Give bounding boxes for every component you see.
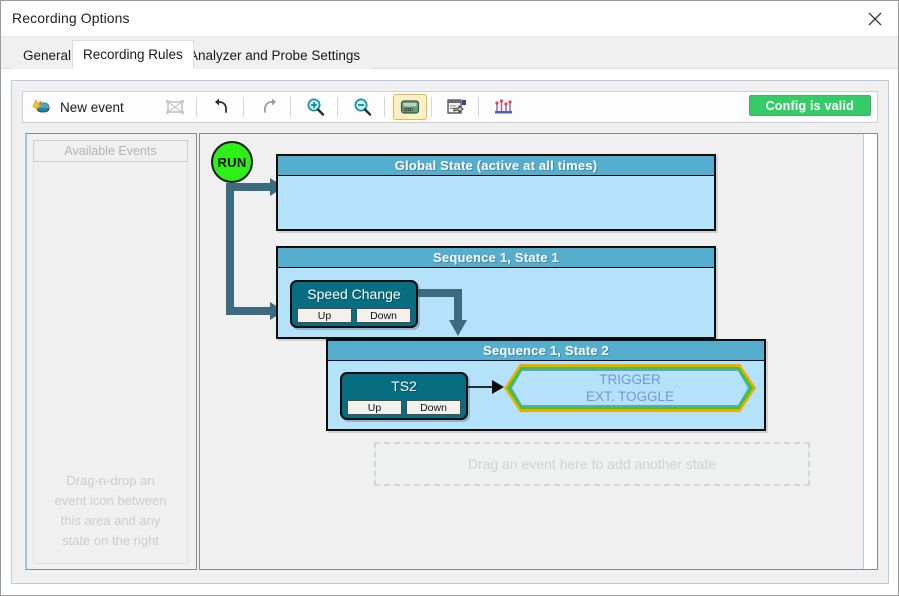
properties-icon xyxy=(447,99,466,114)
speed-change-arrowhead xyxy=(449,320,467,336)
window-title: Recording Options xyxy=(12,10,130,26)
toolbar-separator xyxy=(289,97,291,117)
ts2-up-button[interactable]: Up xyxy=(347,400,402,415)
recording-options-window: Recording Options General Recording Rule… xyxy=(0,0,899,596)
rules-canvas[interactable]: RUN Global State (active at all times) S… xyxy=(199,133,878,570)
zoom-out-button[interactable] xyxy=(346,94,380,120)
sequence-1-state-2-block[interactable]: Sequence 1, State 2 TS2 Up Down TRIGGER … xyxy=(326,339,766,431)
new-event-button[interactable]: New event xyxy=(27,94,130,120)
tab-strip: General Recording Rules Analyzer and Pro… xyxy=(1,37,898,69)
window-titlebar: Recording Options xyxy=(1,1,898,37)
trigger-line-1: TRIGGER xyxy=(599,372,661,387)
zoom-in-icon xyxy=(307,98,324,116)
speed-change-label: Speed Change xyxy=(307,286,401,302)
zoom-out-icon xyxy=(354,98,371,116)
toolbar-separator xyxy=(477,97,479,117)
rules-toolbar: New event Config is valid xyxy=(22,91,878,123)
available-events-hint: Drag-n-drop an event icon between this a… xyxy=(34,471,187,551)
tab-analyzer-and-probe-settings[interactable]: Analyzer and Probe Settings xyxy=(178,42,372,69)
module-icon xyxy=(400,100,419,114)
toolbar-separator xyxy=(430,97,432,117)
add-state-dropzone[interactable]: Drag an event here to add another state xyxy=(374,442,810,486)
hint-line-1: Drag-n-drop an xyxy=(66,473,155,488)
delete-event-button[interactable] xyxy=(158,94,192,120)
close-icon xyxy=(868,12,882,25)
edit-properties-button[interactable] xyxy=(440,94,474,120)
zoom-in-button[interactable] xyxy=(299,94,333,120)
trigger-line-2: EXT. TOGGLE xyxy=(585,389,675,404)
recording-rules-frame: New event Config is valid Available Even… xyxy=(11,80,889,584)
toolbar-separator xyxy=(242,97,244,117)
run-connector-trunk xyxy=(226,183,234,315)
sequence-1-state-1-block[interactable]: Sequence 1, State 1 Speed Change Up Down xyxy=(276,246,716,339)
toolbar-separator xyxy=(336,97,338,117)
toolbar-separator xyxy=(195,97,197,117)
speed-change-up-button[interactable]: Up xyxy=(297,308,352,323)
sequence-1-state-1-title: Sequence 1, State 1 xyxy=(278,248,714,268)
redo-icon xyxy=(263,98,276,113)
speed-change-down-button[interactable]: Down xyxy=(356,308,411,323)
ts2-label: TS2 xyxy=(391,378,417,394)
undo-button[interactable] xyxy=(205,94,239,120)
speed-change-event[interactable]: Speed Change Up Down xyxy=(290,280,418,328)
undo-icon xyxy=(214,98,227,113)
toolbar-separator xyxy=(383,97,385,117)
ts2-trigger-link xyxy=(468,386,494,388)
statistics-icon xyxy=(494,99,512,114)
global-state-block[interactable]: Global State (active at all times) xyxy=(276,154,716,231)
delete-event-icon xyxy=(165,100,184,114)
panel-bottom-strip xyxy=(25,570,878,583)
global-state-title: Global State (active at all times) xyxy=(278,156,714,176)
available-events-header: Available Events xyxy=(33,140,188,162)
run-node[interactable]: RUN xyxy=(211,141,253,183)
new-event-icon xyxy=(33,99,50,113)
sequence-1-state-2-body[interactable]: TS2 Up Down TRIGGER EXT. TOGGLE xyxy=(328,361,764,431)
tab-content-panel: New event Config is valid Available Even… xyxy=(1,69,898,595)
global-state-body[interactable] xyxy=(278,176,714,231)
available-events-list[interactable]: Drag-n-drop an event icon between this a… xyxy=(33,162,188,564)
sequence-1-state-2-title: Sequence 1, State 2 xyxy=(328,341,764,361)
hint-line-3: this area and any xyxy=(60,513,161,528)
hint-line-2: event icon between xyxy=(54,493,167,508)
statistics-button[interactable] xyxy=(487,94,521,120)
sequence-1-state-1-body[interactable]: Speed Change Up Down xyxy=(278,268,714,339)
tab-recording-rules[interactable]: Recording Rules xyxy=(72,40,194,69)
new-event-label: New event xyxy=(60,99,124,115)
ts2-event[interactable]: TS2 Up Down xyxy=(340,372,468,420)
available-events-pane: Available Events Drag-n-drop an event ic… xyxy=(25,133,197,570)
status-badge: Config is valid xyxy=(748,95,871,116)
redo-button[interactable] xyxy=(252,94,286,120)
trigger-ext-toggle-block[interactable]: TRIGGER EXT. TOGGLE xyxy=(504,364,756,412)
run-connector-branch-1 xyxy=(226,183,276,191)
canvas-vertical-scrollbar[interactable] xyxy=(863,134,877,569)
hint-line-4: state on the right xyxy=(62,533,159,548)
run-connector-branch-2 xyxy=(226,307,276,315)
speed-change-buttons: Up Down xyxy=(292,308,416,326)
trigger-label-area: TRIGGER EXT. TOGGLE xyxy=(512,371,748,405)
ts2-buttons: Up Down xyxy=(342,400,466,418)
toggle-module-button[interactable] xyxy=(392,94,427,120)
ts2-down-button[interactable]: Down xyxy=(406,400,461,415)
close-button[interactable] xyxy=(850,1,898,36)
